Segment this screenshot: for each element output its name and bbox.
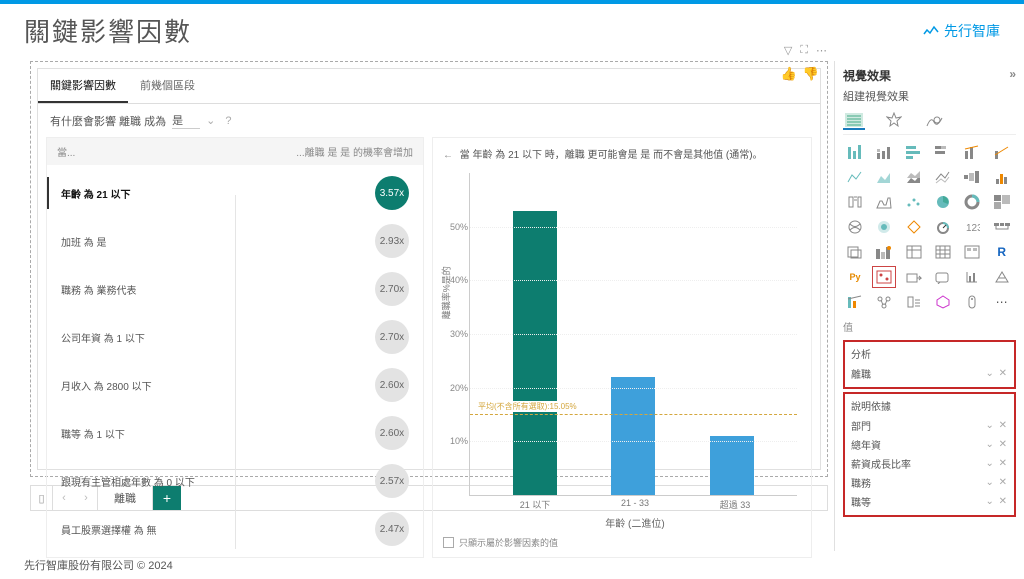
influencer-row[interactable]: 職等 為 1 以下2.60x — [47, 409, 423, 457]
viz-type-icon[interactable] — [902, 141, 926, 163]
viz-type-icon[interactable] — [931, 191, 955, 213]
bar[interactable] — [611, 377, 655, 495]
viz-type-icon[interactable] — [931, 166, 955, 188]
build-visual-icon[interactable] — [843, 112, 865, 130]
viz-type-icon[interactable] — [843, 191, 867, 213]
viz-type-icon[interactable] — [931, 291, 955, 313]
viz-type-icon[interactable] — [931, 241, 955, 263]
viz-type-icon[interactable] — [960, 266, 984, 288]
tab-key-influencers[interactable]: 關鍵影響因數 — [38, 69, 128, 103]
checkbox-label: 只顯示屬於影響因素的值 — [459, 536, 558, 549]
brand-logo: 先行智庫 — [923, 21, 1000, 41]
explain-field[interactable]: 薪資成長比率⌄ ✕ — [851, 454, 1008, 473]
viz-type-icon[interactable] — [872, 191, 896, 213]
viz-type-icon[interactable] — [990, 266, 1014, 288]
viz-type-icon[interactable] — [990, 166, 1014, 188]
visualizations-pane: 視覺效果 » 組建視覺效果 123 R Py ⋯ 值 分析 離職⌄ ✕ 說明依據 部門… — [834, 61, 1024, 551]
filter-dropdown[interactable]: 是 — [172, 112, 200, 129]
viz-type-icon[interactable] — [931, 141, 955, 163]
pane-title: 視覺效果 — [843, 67, 891, 84]
visual-tabs: 關鍵影響因數 前幾個區段 — [38, 69, 820, 104]
col-when: 當... — [57, 144, 75, 159]
explain-field[interactable]: 職務⌄ ✕ — [851, 473, 1008, 492]
explain-well-title: 說明依據 — [851, 398, 1008, 413]
svg-text:123: 123 — [966, 223, 980, 234]
influencer-row[interactable]: 職務 為 業務代表2.70x — [47, 265, 423, 313]
bar[interactable] — [513, 211, 557, 495]
viz-type-icon[interactable] — [872, 141, 896, 163]
viz-type-icon[interactable] — [960, 191, 984, 213]
format-visual-icon[interactable] — [883, 112, 905, 130]
viz-type-icon[interactable] — [902, 241, 926, 263]
thumbs-up-icon[interactable]: 👍 — [781, 66, 797, 82]
viz-type-icon[interactable]: 123 — [960, 216, 984, 238]
back-arrow-icon[interactable]: ← — [443, 150, 453, 161]
viz-type-icon[interactable] — [990, 191, 1014, 213]
more-icon[interactable]: ⋯ — [816, 44, 827, 57]
viz-type-icon[interactable] — [843, 216, 867, 238]
viz-type-icon[interactable] — [872, 241, 896, 263]
help-icon[interactable]: ? — [225, 115, 231, 127]
viz-type-icon[interactable] — [872, 291, 896, 313]
viz-type-icon[interactable] — [990, 141, 1014, 163]
filter-label: 有什麼會影響 離職 成為 — [50, 113, 166, 129]
viz-type-icon[interactable] — [902, 191, 926, 213]
viz-type-icon[interactable] — [960, 291, 984, 313]
pane-subtitle: 組建視覺效果 — [843, 88, 1016, 104]
influencer-row[interactable]: 加班 為 是2.93x — [47, 217, 423, 265]
influencer-row[interactable]: 年齡 為 21 以下3.57x — [47, 169, 423, 217]
analyze-field[interactable]: 離職⌄ ✕ — [851, 364, 1008, 383]
thumbs-down-icon[interactable]: 👎 — [803, 66, 819, 82]
explain-field[interactable]: 部門⌄ ✕ — [851, 416, 1008, 435]
visual-container[interactable]: ▽ ⛶ ⋯ 👍 👎 關鍵影響因數 前幾個區段 有什麼會影響 離職 成為 是 ⌄ … — [30, 61, 828, 477]
values-label: 值 — [843, 319, 1016, 334]
viz-type-icon[interactable]: Py — [843, 266, 867, 288]
viz-type-icon[interactable] — [960, 241, 984, 263]
viz-type-icon[interactable] — [872, 216, 896, 238]
only-influencers-checkbox[interactable] — [443, 537, 454, 548]
viz-type-icon[interactable] — [843, 241, 867, 263]
viz-type-icon[interactable] — [902, 266, 926, 288]
viz-type-icon[interactable] — [843, 141, 867, 163]
chart-title: 當 年齡 為 21 以下 時，離職 更可能會是 是 而不會是其他值 (通常)。 — [460, 150, 763, 161]
x-axis-label: 年齡 (二進位) — [469, 515, 801, 530]
page-title: 關鍵影響因數 — [24, 12, 192, 49]
brand-icon — [923, 24, 939, 38]
explain-by-highlight: 說明依據 部門⌄ ✕總年資⌄ ✕薪資成長比率⌄ ✕職務⌄ ✕職等⌄ ✕ — [843, 392, 1016, 517]
col-likelihood: ...離職 是 是 的機率會增加 — [296, 144, 413, 159]
bar[interactable] — [710, 436, 754, 495]
influencer-row[interactable]: 跟現有主管相處年數 為 0 以下2.57x — [47, 457, 423, 505]
influencer-row[interactable]: 公司年資 為 1 以下2.70x — [47, 313, 423, 361]
explain-field[interactable]: 總年資⌄ ✕ — [851, 435, 1008, 454]
viz-type-icon[interactable] — [931, 216, 955, 238]
y-axis-label: 離職率%是的 — [439, 266, 452, 319]
explain-field[interactable]: 職等⌄ ✕ — [851, 492, 1008, 511]
viz-type-icon[interactable] — [902, 166, 926, 188]
viz-type-icon[interactable] — [902, 216, 926, 238]
viz-type-icon[interactable] — [960, 166, 984, 188]
collapse-pane-icon[interactable]: » — [1009, 67, 1016, 84]
viz-type-icon[interactable] — [931, 266, 955, 288]
filter-icon[interactable]: ▽ — [784, 44, 792, 57]
influencers-list: 當... ...離職 是 是 的機率會增加 年齡 為 21 以下3.57x加班 … — [46, 137, 424, 558]
chevron-down-icon[interactable]: ⌄ — [206, 114, 215, 127]
influencer-row[interactable]: 員工股票選擇權 為 無2.47x — [47, 505, 423, 553]
viz-type-icon[interactable] — [872, 266, 896, 288]
viz-type-icon[interactable]: R — [990, 241, 1014, 263]
viz-type-icon[interactable] — [902, 291, 926, 313]
viz-type-icon[interactable] — [843, 166, 867, 188]
viz-type-icon[interactable] — [990, 216, 1014, 238]
field-wells-highlight: 分析 離職⌄ ✕ — [843, 340, 1016, 389]
chart-panel: ← 當 年齡 為 21 以下 時，離職 更可能會是 是 而不會是其他值 (通常)… — [432, 137, 812, 558]
viz-type-icon[interactable] — [843, 291, 867, 313]
influencer-row[interactable]: 月收入 為 2800 以下2.60x — [47, 361, 423, 409]
viz-type-icon[interactable] — [960, 141, 984, 163]
focus-mode-icon[interactable]: ⛶ — [800, 44, 808, 57]
viz-type-icon[interactable]: ⋯ — [990, 291, 1014, 313]
analytics-icon[interactable] — [923, 112, 945, 130]
viz-type-icon[interactable] — [872, 166, 896, 188]
tab-top-segments[interactable]: 前幾個區段 — [128, 69, 207, 103]
analyze-well-title: 分析 — [851, 346, 1008, 361]
